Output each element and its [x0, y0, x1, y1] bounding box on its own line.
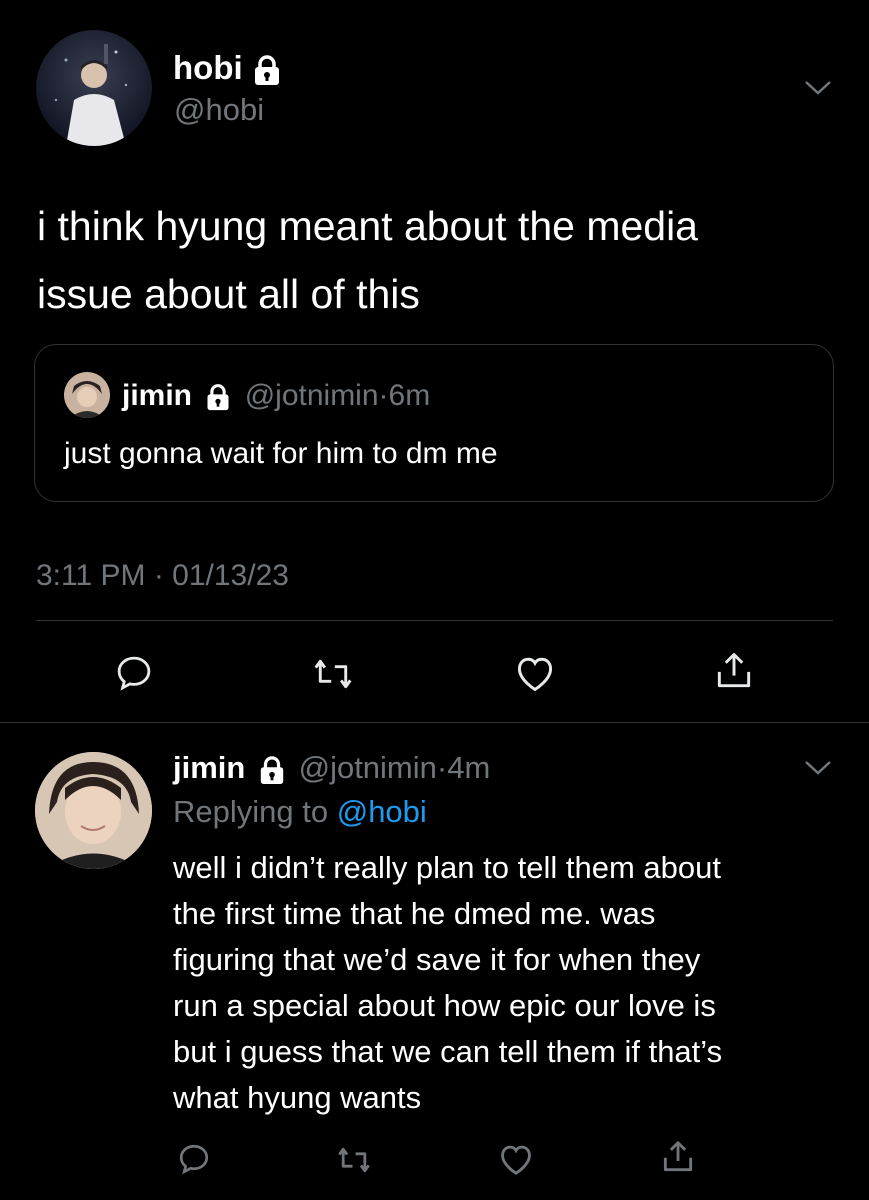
reply-header: jimin @jotnimin·4m — [173, 748, 490, 788]
jimin-quote-avatar — [64, 372, 110, 418]
tweet-timestamp[interactable]: 3:11 PM · 01/13/23 — [36, 556, 289, 596]
quote-time: 6m — [388, 379, 431, 412]
share-icon[interactable] — [659, 1137, 697, 1177]
author-handle[interactable]: @hobi — [174, 92, 264, 128]
hobi-avatar[interactable] — [36, 30, 152, 146]
replying-label: Replying to — [173, 794, 329, 829]
tweet-text-line: i think hyung meant about the media — [37, 203, 698, 249]
separator: · — [378, 379, 389, 412]
reply-icon[interactable] — [113, 652, 155, 694]
lock-icon — [258, 755, 286, 785]
reply-text: well i didn’t really plan to tell them a… — [173, 845, 722, 1121]
tweet-text: i think hyung meant about the media issu… — [37, 192, 698, 328]
reply-text-line: but i guess that we can tell them if tha… — [173, 1034, 723, 1069]
tweet-text-line: issue about all of this — [37, 271, 420, 317]
divider — [36, 620, 833, 621]
reply-author-name[interactable]: jimin — [173, 750, 245, 785]
reply-text-line: figuring that we’d save it for when they — [173, 942, 701, 977]
lock-icon — [204, 383, 232, 411]
reply-text-line: what hyung wants — [173, 1080, 422, 1115]
quote-author-name: jimin — [122, 379, 193, 412]
replying-handle-link[interactable]: @hobi — [337, 794, 427, 829]
quote-header: jimin @jotnimin·6m — [122, 376, 430, 416]
replying-to: Replying to @hobi — [173, 792, 427, 832]
separator: · — [436, 750, 448, 785]
author-name[interactable]: hobi — [173, 50, 282, 86]
reply-time: 4m — [447, 750, 491, 785]
reply-author-handle[interactable]: @jotnimin — [299, 750, 437, 785]
lock-icon — [252, 54, 282, 86]
reply-icon[interactable] — [176, 1141, 212, 1177]
like-icon[interactable] — [513, 652, 557, 694]
divider — [0, 722, 869, 723]
author-name-text: hobi — [173, 49, 243, 86]
retweet-icon[interactable] — [334, 1143, 374, 1177]
chevron-down-icon[interactable] — [803, 758, 833, 778]
quote-author-handle: @jotnimin — [244, 379, 379, 412]
reply-text-line: well i didn’t really plan to tell them a… — [173, 850, 721, 885]
jimin-avatar[interactable] — [35, 752, 152, 869]
reply-text-line: run a special about how epic our love is — [173, 988, 716, 1023]
share-icon[interactable] — [712, 648, 756, 694]
chevron-down-icon[interactable] — [803, 78, 833, 98]
retweet-icon[interactable] — [310, 654, 356, 694]
reply-text-line: the first time that he dmed me. was — [173, 896, 656, 931]
quote-tweet-card[interactable] — [34, 344, 834, 502]
like-icon[interactable] — [497, 1141, 535, 1177]
quote-text: just gonna wait for him to dm me — [64, 437, 498, 470]
